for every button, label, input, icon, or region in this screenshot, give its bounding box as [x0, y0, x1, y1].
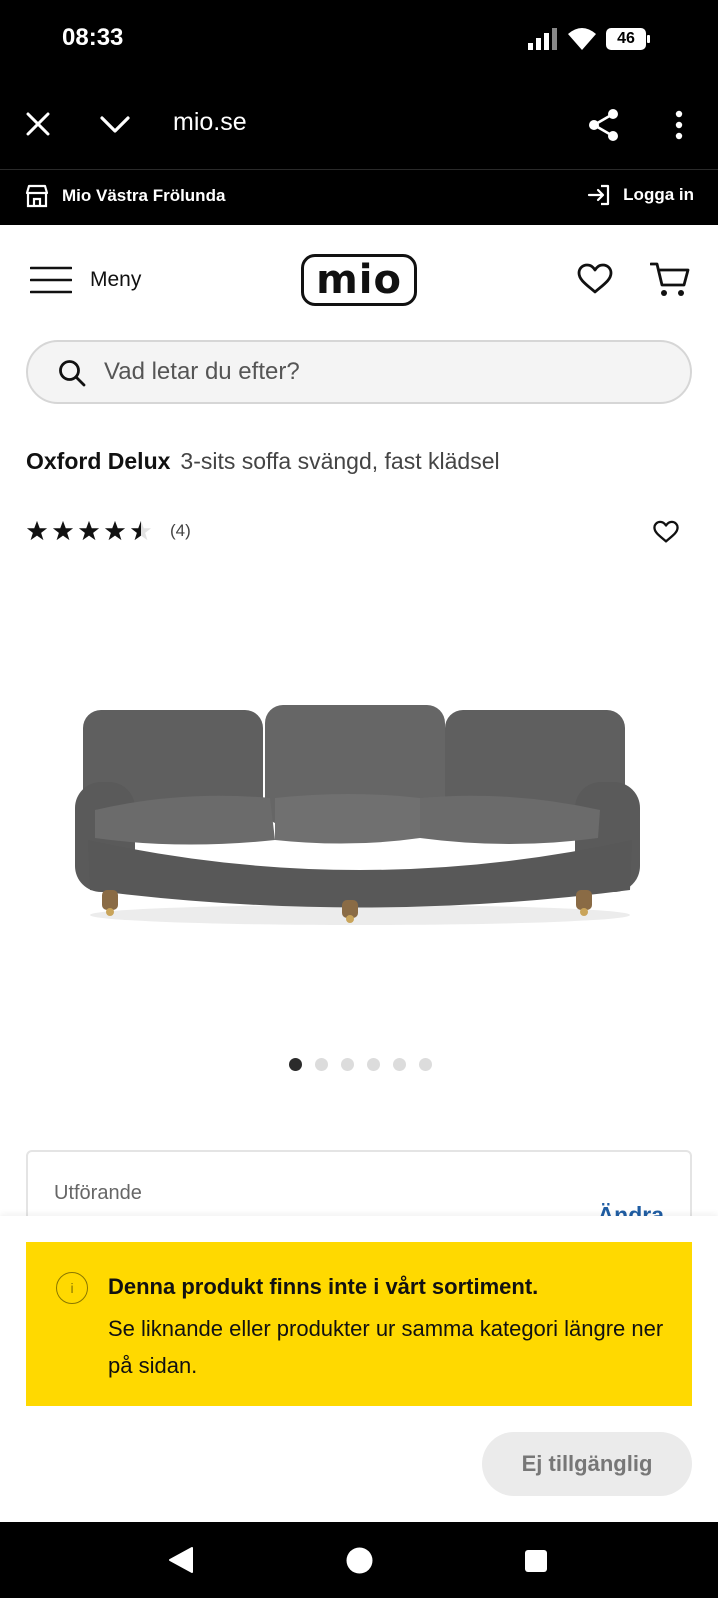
- carousel-dot[interactable]: [393, 1058, 406, 1071]
- cart-icon[interactable]: [650, 261, 690, 299]
- notice-title: Denna produkt finns inte i vårt sortimen…: [108, 1274, 539, 1299]
- url-text[interactable]: mio.se: [173, 108, 247, 137]
- product-image[interactable]: [70, 690, 650, 940]
- favorite-icon[interactable]: [653, 520, 679, 544]
- unavailable-button[interactable]: Ej tillgänglig: [482, 1432, 692, 1496]
- share-icon[interactable]: [588, 108, 620, 142]
- recents-icon[interactable]: [524, 1549, 548, 1573]
- carousel-dot[interactable]: [419, 1058, 432, 1071]
- carousel-dot[interactable]: [289, 1058, 302, 1071]
- store-selector[interactable]: Mio Västra Frölunda: [24, 183, 225, 209]
- close-icon[interactable]: [26, 112, 50, 136]
- product-rating[interactable]: (4): [26, 520, 191, 542]
- menu-button[interactable]: Meny: [30, 265, 141, 295]
- review-count: (4): [170, 521, 191, 540]
- hamburger-icon: [30, 266, 72, 294]
- signal-icon: [528, 28, 557, 50]
- carousel-dot[interactable]: [367, 1058, 380, 1071]
- configuration-label: Utförande: [54, 1182, 142, 1204]
- menu-label: Meny: [90, 268, 142, 291]
- store-name: Mio Västra Frölunda: [62, 186, 226, 205]
- site-header: Meny mio: [0, 225, 718, 335]
- bottom-sheet: i Denna produkt finns inte i vårt sortim…: [0, 1216, 718, 1522]
- product-brand: Oxford Delux: [26, 448, 171, 474]
- store-icon: [25, 184, 49, 208]
- star-icon: [78, 520, 100, 541]
- login-icon: [588, 184, 610, 206]
- status-icons: 46: [528, 28, 650, 50]
- browser-bar: mio.se: [0, 80, 718, 170]
- search-bar[interactable]: [26, 340, 692, 404]
- product-title: Oxford Delux 3-sits soffa svängd, fast kl…: [26, 448, 500, 475]
- chevron-down-icon[interactable]: [100, 116, 130, 134]
- star-icon: [104, 520, 126, 541]
- login-label: Logga in: [623, 185, 694, 204]
- half-star-icon: [130, 520, 152, 541]
- star-icon: [52, 520, 74, 541]
- info-icon: i: [56, 1272, 88, 1304]
- battery-icon: 46: [606, 28, 650, 50]
- wishlist-icon[interactable]: [577, 263, 613, 295]
- store-bar: Mio Västra Frölunda Logga in: [0, 170, 718, 225]
- more-vertical-icon[interactable]: [675, 110, 683, 140]
- search-input[interactable]: [104, 354, 664, 390]
- back-icon[interactable]: [168, 1546, 194, 1574]
- mio-logo[interactable]: mio: [301, 254, 417, 306]
- notice-body: Se liknande eller produkter ur samma kat…: [108, 1316, 664, 1378]
- carousel-dot[interactable]: [341, 1058, 354, 1071]
- carousel-dot[interactable]: [315, 1058, 328, 1071]
- search-icon: [59, 360, 86, 387]
- product-description: 3-sits soffa svängd, fast klädsel: [180, 448, 500, 474]
- home-icon[interactable]: [346, 1547, 373, 1574]
- star-icon: [26, 520, 48, 541]
- unavailable-notice: i Denna produkt finns inte i vårt sortim…: [26, 1242, 692, 1406]
- status-bar: 08:33 46: [0, 0, 718, 80]
- system-nav-bar: [0, 1522, 718, 1598]
- image-carousel-dots: [289, 1058, 432, 1071]
- wifi-icon: [568, 28, 596, 50]
- status-time: 08:33: [62, 24, 124, 51]
- login-link[interactable]: Logga in: [587, 183, 694, 207]
